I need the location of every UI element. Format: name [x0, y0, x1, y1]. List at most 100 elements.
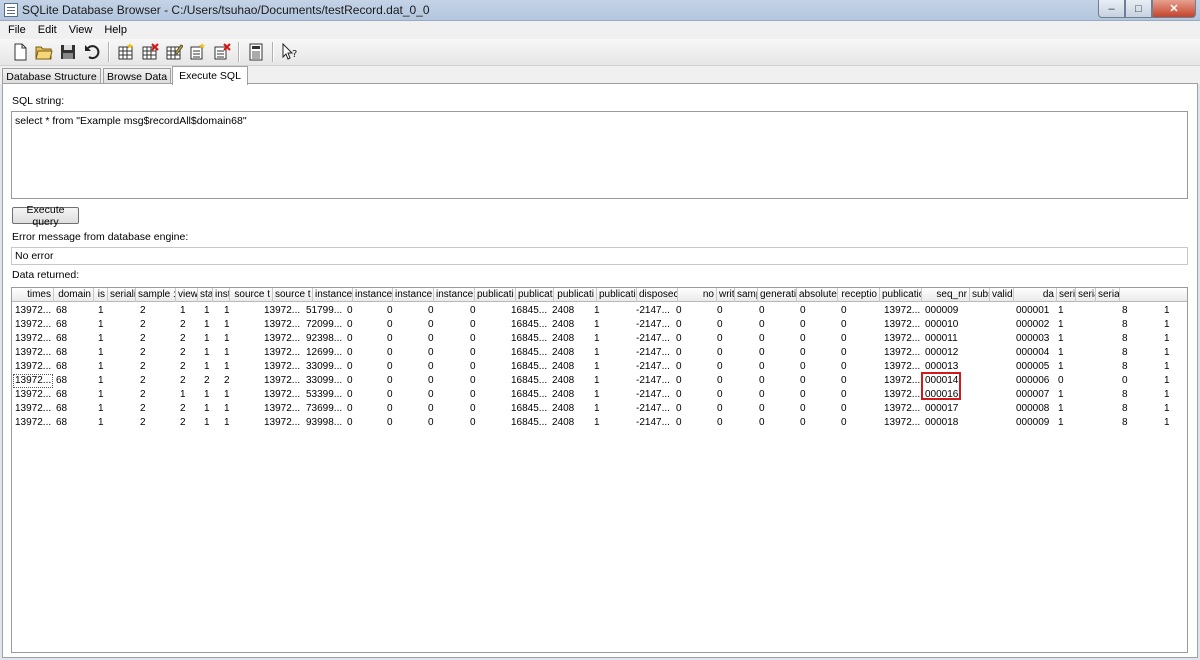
table-cell[interactable]: [972, 416, 992, 430]
table-cell[interactable]: 0: [757, 304, 777, 318]
table-cell[interactable]: 1: [1056, 346, 1076, 360]
table-row[interactable]: 13972... 68 1 2 2 1 1 13972... 92398... 0 0 0 0 16845…: [12, 332, 1187, 346]
table-cell[interactable]: 0: [345, 346, 365, 360]
table-cell[interactable]: 1: [96, 346, 116, 360]
table-cell[interactable]: 13972...: [262, 318, 302, 332]
table-cell[interactable]: 000017: [923, 402, 963, 416]
table-cell[interactable]: 16845...: [509, 374, 549, 388]
table-cell[interactable]: 13972...: [13, 402, 53, 416]
table-cell[interactable]: 000006: [1014, 374, 1054, 388]
table-cell[interactable]: 0: [674, 402, 694, 416]
table-cell[interactable]: 13972...: [13, 346, 53, 360]
table-cell[interactable]: 2: [138, 388, 158, 402]
table-cell[interactable]: 1: [1056, 360, 1076, 374]
table-cell[interactable]: [972, 304, 992, 318]
table-cell[interactable]: 0: [715, 304, 735, 318]
table-cell[interactable]: 0: [385, 304, 405, 318]
table-cell[interactable]: 0: [385, 416, 405, 430]
table-cell[interactable]: 0: [426, 318, 446, 332]
column-header[interactable]: source t: [273, 288, 313, 302]
table-row[interactable]: 13972... 68 1 2 1 1 1 13972... 51799... 0 0 0 0 16845…: [12, 304, 1187, 318]
table-cell[interactable]: 13972...: [262, 402, 302, 416]
table-cell[interactable]: 000001: [1014, 304, 1054, 318]
table-cell[interactable]: 13972...: [262, 360, 302, 374]
table-cell[interactable]: 0: [468, 388, 488, 402]
table-cell[interactable]: 0: [757, 402, 777, 416]
table-cell[interactable]: 16845...: [509, 360, 549, 374]
table-cell[interactable]: 0: [798, 416, 818, 430]
table-cell[interactable]: 0: [839, 402, 859, 416]
table-cell[interactable]: 0: [1120, 374, 1140, 388]
table-row[interactable]: 13972... 68 1 2 2 1 1 13972... 93998... 0 0 0 0 16845…: [12, 416, 1187, 430]
table-cell[interactable]: 13972...: [13, 318, 53, 332]
table-cell[interactable]: 0: [757, 360, 777, 374]
table-cell[interactable]: 2: [178, 332, 198, 346]
table-cell[interactable]: 0: [757, 332, 777, 346]
table-cell[interactable]: 1: [96, 388, 116, 402]
close-button[interactable]: ✕: [1152, 0, 1196, 18]
column-header[interactable]: instance: [393, 288, 434, 302]
table-cell[interactable]: -2147...: [634, 402, 674, 416]
table-cell[interactable]: 13972...: [262, 304, 302, 318]
table-cell[interactable]: 1: [1162, 402, 1182, 416]
table-cell[interactable]: 0: [715, 388, 735, 402]
table-cell[interactable]: 1: [1162, 346, 1182, 360]
table-cell[interactable]: [1099, 388, 1119, 402]
table-cell[interactable]: 13972...: [882, 332, 922, 346]
table-cell[interactable]: 0: [757, 416, 777, 430]
table-cell[interactable]: 2: [178, 360, 198, 374]
table-cell[interactable]: 2408: [550, 374, 580, 388]
table-cell[interactable]: 1: [222, 304, 242, 318]
table-cell[interactable]: 0: [839, 318, 859, 332]
table-cell[interactable]: [1099, 318, 1119, 332]
tab-browse-data[interactable]: Browse Data: [103, 68, 171, 84]
table-cell[interactable]: 1: [178, 388, 198, 402]
table-cell[interactable]: 1: [592, 402, 612, 416]
table-cell[interactable]: 0: [839, 360, 859, 374]
table-cell[interactable]: 0: [385, 360, 405, 374]
table-cell[interactable]: 2: [178, 374, 198, 388]
column-header[interactable]: seriali: [108, 288, 136, 302]
table-cell[interactable]: 13972...: [882, 304, 922, 318]
sql-input[interactable]: select * from "Example msg$recordAll$dom…: [11, 111, 1188, 199]
table-cell[interactable]: [972, 374, 992, 388]
table-cell[interactable]: 0: [426, 304, 446, 318]
table-cell[interactable]: [972, 388, 992, 402]
table-cell[interactable]: 000016: [923, 388, 963, 402]
table-cell[interactable]: 000010: [923, 318, 963, 332]
table-cell[interactable]: 2408: [550, 416, 580, 430]
table-cell[interactable]: 0: [345, 304, 365, 318]
table-cell[interactable]: 8: [1120, 332, 1140, 346]
table-cell[interactable]: 0: [798, 374, 818, 388]
table-cell[interactable]: 1: [96, 332, 116, 346]
table-cell[interactable]: [1099, 416, 1119, 430]
table-cell[interactable]: 0: [468, 360, 488, 374]
table-cell[interactable]: 2: [138, 332, 158, 346]
table-cell[interactable]: 000012: [923, 346, 963, 360]
table-cell[interactable]: [1099, 332, 1119, 346]
table-cell[interactable]: 13972...: [262, 388, 302, 402]
table-cell[interactable]: 0: [468, 304, 488, 318]
table-cell[interactable]: 2408: [550, 388, 580, 402]
column-header[interactable]: seria: [1057, 288, 1076, 302]
table-cell[interactable]: 2: [138, 304, 158, 318]
table-cell[interactable]: [972, 402, 992, 416]
table-cell[interactable]: 13972...: [13, 360, 53, 374]
column-header[interactable]: publicati: [475, 288, 516, 302]
table-cell[interactable]: 1: [592, 360, 612, 374]
table-cell[interactable]: 1: [1056, 416, 1076, 430]
table-cell[interactable]: 0: [715, 346, 735, 360]
table-cell[interactable]: 8: [1120, 416, 1140, 430]
table-cell[interactable]: 0: [468, 346, 488, 360]
table-cell[interactable]: 0: [426, 388, 446, 402]
maximize-button[interactable]: □: [1125, 0, 1152, 18]
table-cell[interactable]: 68: [54, 374, 82, 388]
table-cell[interactable]: 33099...: [304, 360, 344, 374]
table-cell[interactable]: 000008: [1014, 402, 1054, 416]
table-cell[interactable]: 0: [426, 332, 446, 346]
table-cell[interactable]: 13972...: [262, 416, 302, 430]
table-cell[interactable]: -2147...: [634, 318, 674, 332]
table-cell[interactable]: 51799...: [304, 304, 344, 318]
table-cell[interactable]: 8: [1120, 360, 1140, 374]
open-database-icon[interactable]: [32, 41, 56, 63]
